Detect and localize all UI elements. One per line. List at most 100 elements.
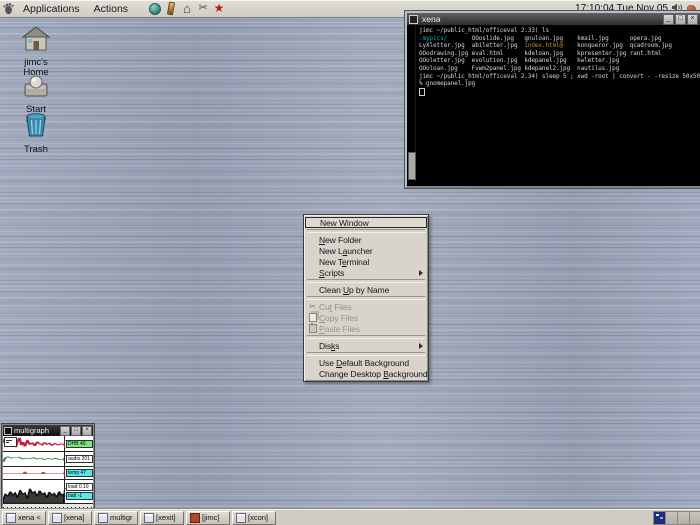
range-brace: ( bbox=[63, 487, 66, 495]
terminal-title: xena bbox=[422, 14, 662, 24]
context-menu: New Window New FolderNew LauncherNew Term… bbox=[303, 214, 429, 382]
menu-item-label: New Folder bbox=[319, 235, 361, 245]
taskbar-button-label: [jimc] bbox=[202, 513, 220, 522]
menu-separator bbox=[307, 229, 425, 233]
menu-item-copy-files: Copy Files bbox=[305, 312, 427, 323]
panel-launchers: ⌂ ✂ ★ bbox=[149, 2, 225, 15]
graph-value-label: DHB 40. bbox=[66, 440, 93, 448]
taskbar-button-jimc[interactable]: [jimc] bbox=[186, 511, 230, 525]
taskbar-button-xena[interactable]: xena < bbox=[2, 511, 46, 525]
graph-strip: (load 0.10batt -1 bbox=[3, 480, 93, 504]
terminal-scrollbar[interactable] bbox=[407, 25, 416, 182]
minimize-button[interactable]: _ bbox=[60, 426, 70, 436]
cut-icon: ✂ bbox=[308, 302, 317, 311]
star-icon[interactable]: ★ bbox=[213, 2, 225, 15]
globe-icon bbox=[149, 3, 161, 15]
actions-menu[interactable]: Actions bbox=[87, 3, 135, 15]
window-icon bbox=[6, 513, 16, 523]
submenu-arrow-icon bbox=[419, 270, 423, 276]
window-icon bbox=[98, 513, 108, 523]
terminal-line: LyXletter.jpg abiletter.jpg index.html@ … bbox=[419, 42, 672, 49]
terminal-window: xena _ □ × jimc ~/public_html/officeval … bbox=[405, 11, 700, 188]
multigraph-titlebar[interactable]: multigraph _ □ × bbox=[3, 425, 93, 436]
pencil-icon[interactable] bbox=[165, 2, 177, 15]
taskbar-button-label: xena < bbox=[18, 513, 41, 522]
menu-separator bbox=[307, 279, 425, 283]
pencil-icon bbox=[167, 2, 175, 16]
taskbar-button-xena[interactable]: [xena] bbox=[48, 511, 92, 525]
graph-value-label: audio 201 bbox=[66, 455, 93, 463]
menu-item-label: Disks bbox=[319, 341, 339, 351]
window-icon bbox=[144, 513, 154, 523]
graph-value-label: load 0.10 bbox=[66, 483, 93, 491]
graph-strip: (temp 47 bbox=[3, 467, 93, 480]
maximize-button[interactable]: □ bbox=[71, 426, 81, 436]
probe-icon bbox=[4, 437, 17, 447]
range-brace: ( bbox=[63, 439, 66, 447]
home-glyph-icon: ⌂ bbox=[183, 2, 191, 15]
close-button[interactable]: × bbox=[82, 426, 92, 436]
menu-item-new-window[interactable]: New Window bbox=[305, 217, 427, 228]
terminal-line: jimc ~/public_html/officeval 2.33) ls bbox=[419, 27, 549, 34]
close-button[interactable]: × bbox=[687, 14, 698, 25]
graph-value-label: batt -1 bbox=[66, 492, 93, 500]
menu-item-new-folder[interactable]: New Folder bbox=[305, 234, 427, 245]
menu-item-label: Scripts bbox=[319, 268, 344, 278]
trash-icon bbox=[10, 112, 62, 143]
workspace-cell-3[interactable] bbox=[678, 512, 690, 524]
menu-item-label: Paste Files bbox=[319, 324, 360, 334]
menu-item-label: Cut Files bbox=[319, 302, 352, 312]
window-icon bbox=[52, 513, 62, 523]
terminal-line bbox=[419, 90, 425, 97]
menu-item-use-default-background[interactable]: Use Default Background bbox=[305, 357, 427, 368]
window-icon bbox=[236, 513, 246, 523]
workspace-cell-2[interactable] bbox=[666, 512, 678, 524]
star-icon: ★ bbox=[214, 2, 225, 15]
desktop-icon-trash[interactable]: Trash bbox=[10, 112, 62, 155]
scrollbar-thumb[interactable] bbox=[408, 152, 416, 180]
menu-item-scripts[interactable]: Scripts bbox=[305, 267, 427, 278]
submenu-arrow-icon bbox=[419, 343, 423, 349]
menu-item-label: Copy Files bbox=[319, 313, 358, 323]
tools-icon: ✂ bbox=[198, 2, 207, 15]
minimize-button[interactable]: _ bbox=[663, 14, 674, 25]
taskbar-button-xexit[interactable]: [xexit] bbox=[140, 511, 184, 525]
workspace-cell-4[interactable] bbox=[690, 512, 700, 524]
gnome-foot-icon[interactable] bbox=[0, 2, 16, 15]
menu-item-clean-up-by-name[interactable]: Clean Up by Name bbox=[305, 284, 427, 295]
menu-item-new-terminal[interactable]: New Terminal bbox=[305, 256, 427, 267]
terminal-line: jimc ~/public_html/officeval 2.34) sleep… bbox=[419, 73, 700, 80]
applications-menu[interactable]: Applications bbox=[16, 3, 87, 15]
menu-item-label: Change Desktop Background bbox=[319, 369, 428, 379]
taskbar-button-label: multigr bbox=[110, 513, 133, 522]
start-here-icon bbox=[10, 74, 62, 103]
multigraph-title: multigraph bbox=[14, 426, 59, 435]
terminal-titlebar[interactable]: xena _ □ × bbox=[407, 13, 700, 25]
taskbar-button-label: [xena] bbox=[64, 513, 84, 522]
menu-separator bbox=[307, 352, 425, 356]
terminal-line: OOoloan.jpg Fvwm2panel.jpg kdepanel2.jpg… bbox=[419, 65, 619, 72]
workspace-cell-1[interactable] bbox=[654, 512, 666, 524]
range-brace: ( bbox=[63, 455, 66, 463]
menu-item-label: Use Default Background bbox=[319, 358, 409, 368]
menu-item-change-desktop-background[interactable]: Change Desktop Background bbox=[305, 368, 427, 379]
tools-icon[interactable]: ✂ bbox=[197, 2, 209, 15]
graph-strips: (DHB 40.(audio 201(temp 47(load 0.10batt… bbox=[3, 436, 93, 504]
home-glyph-icon[interactable]: ⌂ bbox=[181, 2, 193, 15]
menu-separator bbox=[307, 335, 425, 339]
taskbar-button-xcon[interactable]: [xcon] bbox=[232, 511, 276, 525]
menu-item-label: New Terminal bbox=[319, 257, 369, 267]
taskbar-button-multigr[interactable]: multigr bbox=[94, 511, 138, 525]
menu-item-new-launcher[interactable]: New Launcher bbox=[305, 245, 427, 256]
taskbar-button-label: [xexit] bbox=[156, 513, 176, 522]
menu-item-label: New Window bbox=[320, 218, 369, 228]
taskbar: xena < [xena] multigr [xexit] [jimc] [xcon] bbox=[0, 509, 700, 525]
graph-strip: (DHB 40. bbox=[3, 436, 93, 452]
strip-labels: audio 201 bbox=[64, 452, 93, 466]
terminal-cursor bbox=[419, 88, 425, 96]
menu-item-disks[interactable]: Disks bbox=[305, 340, 427, 351]
desktop-icon-home[interactable]: jimc'sHome bbox=[10, 26, 62, 77]
maximize-button[interactable]: □ bbox=[675, 14, 686, 25]
globe-icon[interactable] bbox=[149, 2, 161, 15]
terminal-output: jimc ~/public_html/officeval 2.33) ls .m… bbox=[416, 25, 700, 182]
